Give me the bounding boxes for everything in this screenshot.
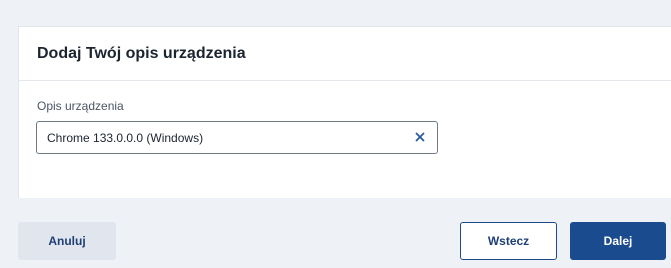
next-button[interactable]: Dalej — [570, 222, 666, 260]
device-description-label: Opis urządzenia — [37, 99, 124, 113]
close-icon — [415, 132, 425, 142]
device-description-field — [36, 121, 438, 154]
page: Dodaj Twój opis urządzenia Opis urządzen… — [0, 0, 671, 268]
card-title: Dodaj Twój opis urządzenia — [37, 45, 246, 62]
card-divider — [19, 80, 671, 81]
device-description-input[interactable] — [37, 122, 407, 153]
device-description-card: Dodaj Twój opis urządzenia Opis urządzen… — [18, 26, 671, 198]
clear-button[interactable] — [413, 130, 427, 144]
cancel-button[interactable]: Anuluj — [18, 222, 116, 260]
back-button[interactable]: Wstecz — [460, 222, 557, 260]
